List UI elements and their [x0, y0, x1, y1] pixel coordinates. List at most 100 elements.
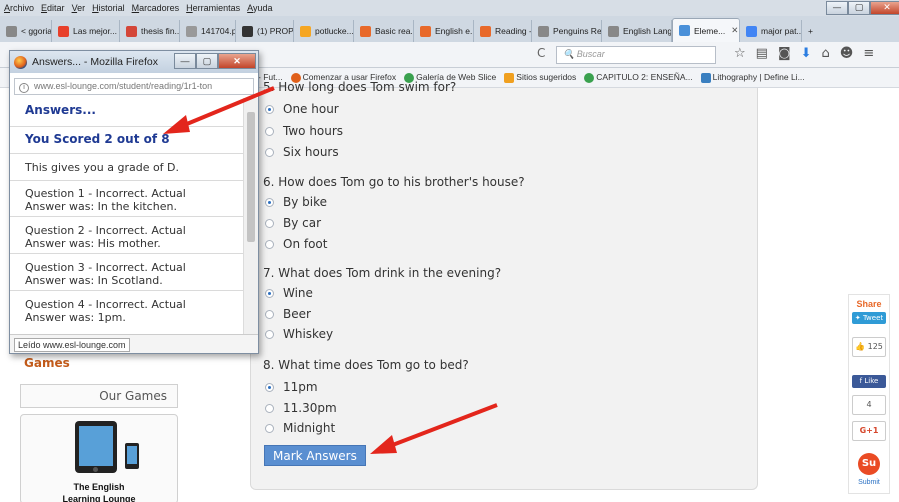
browser-tab[interactable]: Basic rea...	[354, 20, 414, 42]
globe-icon	[584, 72, 595, 83]
option-q7-2[interactable]: Beer	[265, 307, 311, 321]
radio[interactable]	[265, 329, 274, 339]
bookmark-list-icon[interactable]: ▤	[756, 46, 768, 61]
pocket-icon[interactable]: ◙	[778, 46, 791, 61]
answers-popup-window: Answers... - Mozilla Firefox — ▢ ✕ i www.…	[9, 50, 259, 354]
menu-herramientas[interactable]: Herramientas	[186, 3, 240, 13]
popup-scrollbar[interactable]	[243, 98, 258, 334]
menu-bar: Archivo Editar Ver Historial Marcadores …	[0, 0, 899, 16]
popup-close-button[interactable]: ✕	[218, 53, 256, 69]
browser-tab[interactable]: English e...	[414, 20, 474, 42]
download-icon[interactable]: ⬇	[801, 46, 812, 61]
radio[interactable]	[265, 423, 274, 433]
radio[interactable]	[265, 218, 274, 228]
radio-selected[interactable]	[265, 197, 274, 207]
option-q5-3[interactable]: Six hours	[265, 145, 339, 159]
option-q6-2[interactable]: By car	[265, 216, 321, 230]
games-heading[interactable]: Games	[24, 356, 70, 370]
popup-title-bar[interactable]: Answers... - Mozilla Firefox — ▢ ✕	[10, 51, 258, 73]
chat-icon[interactable]: ☻	[840, 46, 854, 61]
radio-selected[interactable]	[265, 288, 274, 298]
popup-maximize-button[interactable]: ▢	[196, 53, 218, 69]
submit-link[interactable]: Submit	[849, 479, 889, 486]
radio-selected[interactable]	[265, 104, 274, 114]
popup-title: Answers... - Mozilla Firefox	[32, 56, 159, 68]
share-title: Share	[856, 299, 882, 309]
tab-favicon-icon	[538, 25, 549, 37]
tab-favicon-icon	[360, 25, 371, 37]
popup-minimize-button[interactable]: —	[174, 53, 196, 69]
likes-counter: 👍 125	[852, 337, 886, 357]
minimize-button[interactable]: —	[826, 1, 848, 15]
menu-ayuda[interactable]: Ayuda	[247, 3, 272, 13]
search-input[interactable]: 🔍 Buscar	[556, 46, 716, 64]
tab-close-icon[interactable]: ✕	[731, 25, 738, 36]
new-tab-button[interactable]: +	[802, 20, 819, 42]
tab-favicon-icon	[480, 25, 491, 37]
radio[interactable]	[265, 126, 274, 136]
menu-historial[interactable]: Historial	[92, 3, 125, 13]
tab-label: Eleme...	[694, 25, 726, 36]
maximize-button[interactable]: ▢	[848, 1, 870, 15]
tab-label: potlucke...	[315, 26, 354, 36]
tweet-button[interactable]: ✦ Tweet	[852, 312, 886, 324]
browser-tab[interactable]: potlucke...	[294, 20, 354, 42]
browser-tab[interactable]: Reading -...	[474, 20, 532, 42]
google-plus-button[interactable]: G+1	[852, 421, 886, 441]
option-q5-2[interactable]: Two hours	[265, 124, 343, 138]
browser-tab[interactable]: Eleme... ✕	[672, 18, 740, 42]
mark-answers-button[interactable]: Mark Answers	[264, 445, 366, 466]
browser-tab[interactable]: thesis fin...	[120, 20, 180, 42]
tablet-icon	[75, 421, 117, 473]
menu-archivo[interactable]: Archivo	[4, 3, 34, 13]
question-8: 8. What time does Tom go to bed?	[263, 358, 469, 372]
browser-tab[interactable]: Penguins Rea...	[532, 20, 602, 42]
option-q8-1[interactable]: 11pm	[265, 380, 318, 394]
radio[interactable]	[265, 309, 274, 319]
window-controls: — ▢ ✕	[826, 1, 899, 15]
firefox-icon	[14, 55, 27, 69]
radio[interactable]	[265, 147, 274, 157]
radio[interactable]	[265, 239, 274, 249]
radio-selected[interactable]	[265, 382, 274, 392]
option-q7-3[interactable]: Whiskey	[265, 327, 333, 341]
option-q6-3[interactable]: On foot	[265, 237, 327, 251]
stumbleupon-icon[interactable]: Su	[858, 453, 880, 475]
menu-editar[interactable]: Editar	[41, 3, 65, 13]
grade-text: This gives you a grade of D.	[10, 153, 244, 174]
browser-tab[interactable]: English Lang...	[602, 20, 672, 42]
tab-favicon-icon	[420, 25, 431, 37]
answer-item: Question 1 - Incorrect. Actual Answer was…	[10, 180, 244, 213]
answer-item: Question 3 - Incorrect. Actual Answer was…	[10, 253, 244, 287]
option-q8-3[interactable]: Midnight	[265, 421, 335, 435]
phone-icon	[125, 443, 139, 469]
reload-icon[interactable]: C	[537, 46, 545, 60]
our-games-link[interactable]: Our Games	[20, 384, 178, 408]
info-icon[interactable]: i	[19, 83, 29, 93]
browser-tab[interactable]: < ggoria...	[0, 20, 52, 42]
menu-icon[interactable]: ≡	[863, 46, 874, 61]
menu-marcadores[interactable]: Marcadores	[132, 3, 180, 13]
browser-tab[interactable]: major pat...	[740, 20, 802, 42]
option-q6-1[interactable]: By bike	[265, 195, 327, 209]
option-q5-1[interactable]: One hour	[265, 102, 339, 116]
facebook-like-button[interactable]: f Like	[852, 375, 886, 388]
home-icon[interactable]: ⌂	[821, 46, 829, 61]
bookmark-item[interactable]: CAPITULO 2: ENSEÑA...	[584, 72, 693, 83]
tab-label: (1) PROP...	[257, 26, 293, 36]
bookmark-item[interactable]: Lithography | Define Li...	[700, 72, 805, 83]
menu-ver[interactable]: Ver	[72, 3, 86, 13]
browser-tab[interactable]: Las mejor...	[52, 20, 120, 42]
bookmark-item[interactable]: Sitios sugeridos	[504, 72, 576, 83]
browser-tab[interactable]: 141704.pdf	[180, 20, 236, 42]
close-window-button[interactable]: ✕	[870, 1, 899, 15]
star-icon[interactable]: ☆	[734, 46, 746, 61]
option-q8-2[interactable]: 11.30pm	[265, 401, 337, 415]
browser-tab[interactable]: (1) PROP...	[236, 20, 294, 42]
scrollbar-thumb[interactable]	[247, 112, 255, 242]
tab-label: English Lang...	[623, 26, 672, 36]
radio[interactable]	[265, 403, 274, 413]
popup-url-bar[interactable]: i www.esl-lounge.com/student/reading/1r1-…	[14, 78, 254, 95]
option-q7-1[interactable]: Wine	[265, 286, 313, 300]
game-card[interactable]: The English Learning Lounge	[20, 414, 178, 502]
